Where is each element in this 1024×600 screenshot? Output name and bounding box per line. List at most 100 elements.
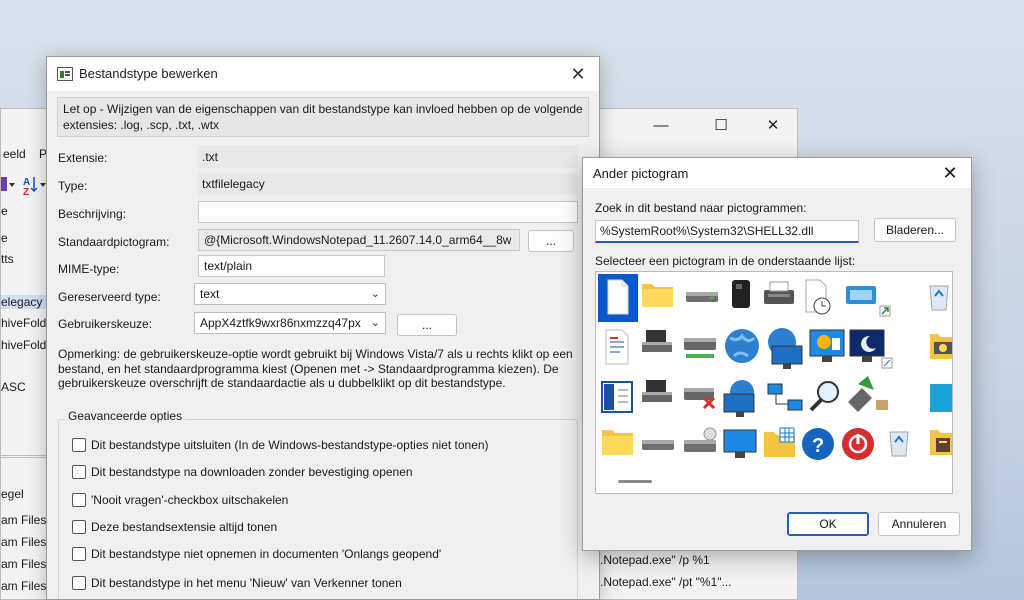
checkbox-label: Dit bestandstype uitsluiten (In de Windo… — [91, 438, 489, 452]
list-item[interactable]: tts — [1, 252, 14, 266]
user-choice-button[interactable]: ... — [397, 314, 457, 336]
background-menu: eeld P — [1, 147, 49, 163]
ok-button[interactable]: OK — [787, 512, 869, 536]
edit-file-type-dialog: Bestandstype bewerken ✕ Let op - Wijzige… — [46, 56, 600, 600]
clock-document-icon[interactable] — [805, 279, 831, 315]
document-icon[interactable] — [607, 279, 629, 315]
checkbox[interactable] — [72, 465, 86, 479]
close-icon[interactable]: ✕ — [753, 115, 793, 137]
background-toolbar: A Z — [1, 171, 49, 198]
list-item[interactable]: am Files — [1, 535, 46, 549]
user-choice-note: Opmerking: de gebruikerskeuze-optie word… — [58, 347, 573, 391]
list-item-selected[interactable]: elegacy — [1, 295, 49, 309]
svg-text:?: ? — [812, 435, 824, 457]
magnifier-icon[interactable] — [809, 381, 839, 412]
network-computers-icon[interactable] — [767, 383, 803, 411]
checkbox[interactable] — [72, 493, 86, 507]
close-icon[interactable]: ✕ — [563, 61, 593, 87]
list-item[interactable]: am Files — [1, 513, 46, 527]
drive-save-icon[interactable] — [642, 380, 672, 402]
disk-drive-icon[interactable] — [642, 330, 672, 352]
maximize-icon[interactable]: ☐ — [701, 115, 741, 137]
recycle-bin-full-icon[interactable] — [889, 431, 909, 457]
checkbox-label: Dit bestandstype na downloaden zonder be… — [91, 465, 413, 479]
folder-tools-icon[interactable] — [930, 430, 952, 455]
network-drive-icon[interactable] — [684, 338, 716, 358]
checkbox-label: Deze bestandsextensie altijd tonen — [91, 520, 278, 534]
user-choice-value: AppX4ztfk9wxr86nxmzzq47px — [200, 316, 361, 330]
user-choice-label: Gebruikerskeuze: — [58, 317, 153, 331]
splitter[interactable] — [1, 455, 49, 458]
checkbox[interactable] — [72, 438, 86, 452]
optical-drive-icon[interactable] — [684, 427, 717, 452]
list-item[interactable]: hiveFold — [1, 338, 46, 352]
list-item[interactable]: .Notepad.exe" /p %1 — [600, 553, 710, 567]
type-label: Type: — [58, 179, 88, 193]
perceived-type-select[interactable]: text ⌄ — [194, 283, 386, 305]
list-item[interactable]: .Notepad.exe" /pt "%1"... — [600, 575, 732, 589]
close-icon[interactable]: ✕ — [937, 160, 963, 186]
folder-grid-icon[interactable] — [764, 427, 795, 457]
svg-text:Z: Z — [23, 187, 29, 197]
browse-button[interactable]: Bladeren... — [874, 218, 956, 242]
list-item[interactable]: am Files — [1, 579, 46, 593]
list-item[interactable]: egel — [1, 487, 24, 501]
folder-settings-icon[interactable] — [930, 334, 952, 359]
checkbox[interactable] — [72, 576, 86, 590]
monitor-icon[interactable] — [723, 429, 757, 458]
window-list-icon[interactable] — [601, 381, 633, 413]
mime-label: MIME-type: — [58, 262, 120, 276]
list-item[interactable]: e — [1, 204, 8, 218]
icon-file-path-input[interactable]: %SystemRoot%\System32\SHELL32.dll — [595, 220, 859, 243]
dialog-title: Bestandstype bewerken — [79, 66, 218, 81]
default-icon-label: Standaardpictogram: — [58, 235, 170, 249]
globe-monitor-icon[interactable] — [723, 380, 755, 417]
text-document-icon[interactable] — [605, 329, 629, 365]
network-monitor-icon[interactable] — [768, 328, 803, 369]
drive-icon[interactable] — [686, 292, 718, 302]
usb-drive-icon[interactable] — [848, 376, 888, 412]
list-item[interactable]: hiveFold — [1, 316, 46, 330]
checkbox[interactable] — [72, 520, 86, 534]
folder-icon[interactable] — [642, 284, 673, 307]
chip-card-icon[interactable] — [732, 280, 750, 308]
warning-notice: Let op - Wijzigen van de eigenschappen v… — [57, 97, 589, 137]
printer-icon[interactable] — [764, 281, 794, 304]
dialog-titlebar: Bestandstype bewerken ✕ — [47, 57, 599, 91]
default-icon-input[interactable]: @{Microsoft.WindowsNotepad_11.2607.14.0_… — [198, 229, 520, 251]
type-value: txtfilelegacy — [198, 173, 578, 195]
cancel-button[interactable]: Annuleren — [878, 512, 960, 536]
default-icon-browse-button[interactable]: ... — [528, 230, 574, 252]
sort-icon[interactable]: A Z — [1, 171, 49, 198]
description-input[interactable] — [198, 201, 578, 223]
user-choice-select[interactable]: AppX4ztfk9wxr86nxmzzq47px ⌄ — [194, 312, 386, 334]
window-shortcut-icon[interactable] — [846, 286, 891, 317]
minimize-icon[interactable]: — — [641, 115, 681, 137]
monitor-chart-icon[interactable] — [809, 329, 845, 362]
menu-item[interactable]: eeld — [3, 147, 26, 161]
globe-icon[interactable] — [725, 329, 759, 363]
perceived-type-value: text — [200, 287, 220, 301]
checkbox[interactable] — [72, 547, 86, 561]
checkbox-label: Dit bestandstype niet opnemen in documen… — [91, 547, 442, 561]
horizontal-scrollbar[interactable] — [618, 480, 652, 483]
picker-title: Ander pictogram — [593, 166, 689, 181]
list-item[interactable]: ASC — [1, 380, 26, 394]
mime-input[interactable]: text/plain — [198, 255, 385, 277]
folder-icon[interactable] — [602, 430, 633, 455]
checkbox-label: 'Nooit vragen'-checkbox uitschakelen — [91, 493, 289, 507]
monitor-moon-icon[interactable] — [849, 329, 893, 369]
recycle-bin-icon[interactable] — [929, 285, 949, 311]
list-item[interactable]: e — [1, 231, 8, 245]
advanced-options-title: Geavanceerde opties — [65, 409, 186, 423]
help-icon[interactable]: ? — [802, 428, 834, 460]
chevron-down-icon: ⌄ — [368, 313, 380, 333]
drive-error-icon[interactable] — [684, 388, 716, 410]
list-item[interactable]: am Files — [1, 557, 46, 571]
drive-icon[interactable] — [642, 440, 674, 450]
blue-panel-icon[interactable] — [930, 384, 952, 412]
power-icon[interactable] — [842, 428, 874, 460]
chevron-down-icon: ⌄ — [370, 288, 380, 300]
app-icon — [57, 67, 73, 81]
icon-list[interactable]: ? — [595, 271, 953, 494]
